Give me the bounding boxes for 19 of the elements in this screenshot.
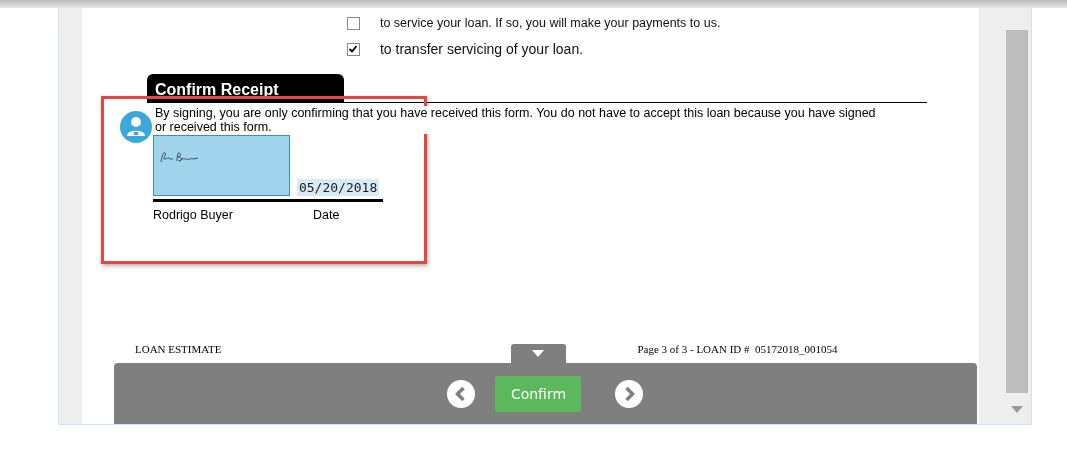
scrollbar[interactable] <box>1004 8 1031 424</box>
signature-drawing <box>159 150 200 164</box>
user-icon <box>119 111 152 143</box>
checkbox[interactable] <box>346 42 360 56</box>
previous-button[interactable] <box>447 380 476 408</box>
signature-field[interactable] <box>152 135 290 196</box>
caret-icon <box>532 350 545 357</box>
checkbox[interactable] <box>346 16 360 30</box>
scroll-thumb[interactable] <box>1006 30 1028 393</box>
signer-name: Rodrigo Buyer <box>152 208 234 222</box>
option-label: to transfer servicing of your loan. <box>379 41 584 57</box>
date-label: Date <box>312 208 340 222</box>
collapse-tab[interactable] <box>510 344 566 363</box>
page-info: Page 3 of 3 - LOAN ID # 05172018_001054 <box>637 343 838 355</box>
footer-title: LOAN ESTIMATE <box>134 343 222 355</box>
date-field[interactable]: 05/20/2018 <box>296 179 380 196</box>
next-button[interactable] <box>615 380 644 408</box>
scroll-down-icon[interactable] <box>1011 406 1023 413</box>
option-label: to service your loan. If so, you will make your payments to us. <box>379 16 721 30</box>
